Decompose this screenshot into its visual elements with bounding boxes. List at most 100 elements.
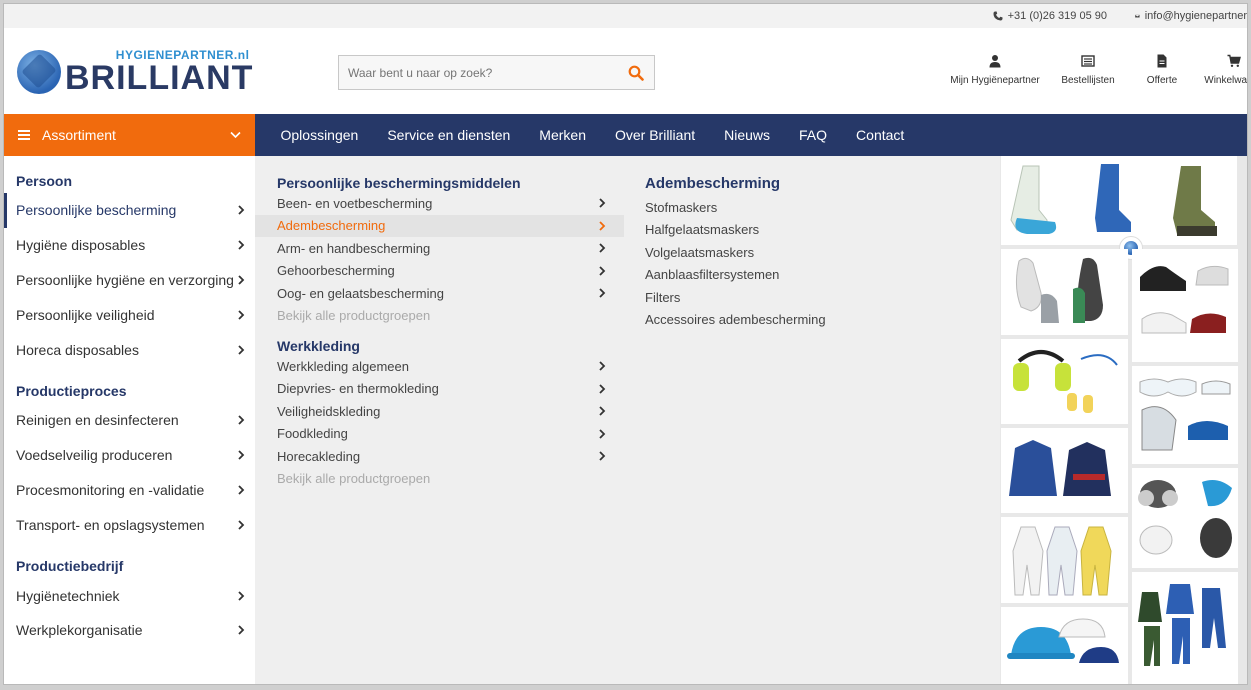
subcategory-label: Werkkleding algemeen (277, 358, 409, 374)
chevron-right-icon (599, 221, 606, 231)
search-input[interactable] (339, 56, 618, 89)
safety-shoes-image (1132, 249, 1238, 362)
detail-item[interactable]: Stofmaskers (624, 196, 1000, 219)
quote-link[interactable]: Offerte (1130, 54, 1194, 86)
header: HYGIENEPARTNER.nl BRILLIANT Mijn Hygiëne… (4, 28, 1247, 114)
category-item[interactable]: Transport- en opslagsystemen (4, 507, 255, 542)
category-label: Horeca disposables (16, 341, 139, 358)
category-item[interactable]: Procesmonitoring en -validatie (4, 473, 255, 508)
chevron-right-icon (599, 451, 606, 461)
order-lists-label: Bestellijsten (1061, 75, 1115, 86)
subcategory-item[interactable]: Gehoorbescherming (255, 260, 624, 283)
nav-solutions[interactable]: Oplossingen (266, 127, 373, 143)
detail-item[interactable]: Volgelaatsmaskers (624, 241, 1000, 264)
gloves-image (1001, 249, 1128, 335)
globe-logo-icon (17, 50, 61, 94)
subcategory-column: Persoonlijke beschermingsmiddelen Been- … (255, 156, 624, 684)
subcategory-item[interactable]: Been- en voetbescherming (255, 192, 624, 215)
category-item[interactable]: Persoonlijke bescherming (4, 193, 255, 228)
order-lists-link[interactable]: Bestellijsten (1046, 54, 1130, 86)
category-item[interactable]: Hygiënetechniek (4, 578, 255, 613)
chevron-right-icon (599, 406, 606, 416)
detail-item[interactable]: Halfgelaatsmaskers (624, 219, 1000, 242)
main-navigation: Assortiment Oplossingen Service en diens… (4, 114, 1247, 156)
assortment-toggle[interactable]: Assortiment (4, 114, 255, 156)
chevron-right-icon (238, 485, 245, 495)
detail-item[interactable]: Filters (624, 286, 1000, 309)
nav-news[interactable]: Nieuws (710, 127, 785, 143)
category-label: Persoonlijke veiligheid (16, 306, 155, 323)
cart-label: Winkelwagen (1204, 75, 1248, 86)
category-item[interactable]: Persoonlijke hygiëne en verzorging (4, 263, 255, 298)
category-label: Hygiënetechniek (16, 587, 120, 604)
search-icon (628, 65, 644, 81)
category-item[interactable]: Voedselveilig produceren (4, 438, 255, 473)
nav-faq[interactable]: FAQ (785, 127, 842, 143)
category-label: Hygiëne disposables (16, 237, 146, 254)
search-button[interactable] (618, 65, 654, 81)
eye-protection-image (1132, 366, 1238, 464)
logo-wordmark: BRILLIANT (65, 59, 254, 97)
cart-link[interactable]: Winkelwagen (1194, 54, 1248, 86)
category-item[interactable]: Persoonlijke veiligheid (4, 297, 255, 332)
disposable-suits-image (1001, 517, 1128, 603)
cart-icon (1227, 54, 1241, 67)
nav-brands[interactable]: Merken (525, 127, 601, 143)
subcategory-label: Horecakleding (277, 448, 361, 464)
subcategory-item[interactable]: Arm- en handbescherming (255, 237, 624, 260)
brilliant-logo[interactable]: HYGIENEPARTNER.nl BRILLIANT (17, 48, 254, 97)
hearing-protection-image (1001, 339, 1128, 424)
chevron-right-icon (599, 243, 606, 253)
category-label: Reinigen en desinfecteren (16, 412, 179, 429)
category-label: Persoonlijke bescherming (16, 202, 177, 219)
boots-image (1001, 156, 1237, 245)
category-item[interactable]: Horeca disposables (4, 332, 255, 367)
chevron-right-icon (238, 415, 245, 426)
subcategory-label: Gehoorbescherming (277, 263, 395, 279)
view-all-link[interactable]: Bekijk alle productgroepen (255, 305, 624, 328)
envelope-icon (1135, 14, 1140, 18)
chevron-right-icon (599, 266, 606, 276)
chevron-right-icon (238, 520, 245, 530)
detail-item[interactable]: Aanblaasfiltersystemen (624, 264, 1000, 287)
nav-services[interactable]: Service en diensten (373, 127, 525, 143)
phone-link[interactable]: +31 (0)26 319 05 90 (993, 10, 1107, 22)
subcategory-label: Veiligheidskleding (277, 403, 381, 419)
category-item[interactable]: Reinigen en desinfecteren (4, 403, 255, 438)
quote-label: Offerte (1146, 75, 1178, 86)
subcategory-label: Diepvries- en thermokleding (277, 381, 439, 397)
nav-about[interactable]: Over Brilliant (600, 127, 709, 143)
subcategory-item[interactable]: Horecakleding (255, 445, 624, 468)
category-item[interactable]: Werkplekorganisatie (4, 613, 255, 648)
detail-title: Adembescherming (645, 175, 781, 192)
subcategory-item[interactable]: Werkkleding algemeen (255, 355, 624, 378)
chevron-right-icon (238, 625, 245, 635)
subcategory-item[interactable]: Diepvries- en thermokleding (255, 378, 624, 401)
email-link[interactable]: info@hygienepartner (1135, 10, 1247, 22)
chevron-right-icon (238, 310, 245, 320)
group-title-person: Persoon (16, 173, 73, 189)
account-link[interactable]: Mijn Hygiënepartner (944, 54, 1046, 86)
subcategory-item[interactable]: Oog- en gelaatsbescherming (255, 282, 624, 305)
detail-item[interactable]: Accessoires adembescherming (624, 309, 1000, 332)
account-label: Mijn Hygiënepartner (950, 75, 1040, 86)
category-column: Persoon Persoonlijke bescherming Hygiëne… (4, 156, 255, 684)
category-item[interactable]: Hygiëne disposables (4, 228, 255, 263)
chevron-right-icon (238, 450, 245, 460)
product-image-collage (1000, 156, 1247, 684)
chevron-right-icon (238, 275, 245, 285)
category-label: Persoonlijke hygiëne en verzorging (16, 271, 234, 288)
group-title-production-company: Productiebedrijf (16, 558, 124, 575)
subcategory-item[interactable]: Foodkleding (255, 423, 624, 446)
nav-contact[interactable]: Contact (842, 127, 919, 143)
mega-menu: Persoon Persoonlijke bescherming Hygiëne… (4, 156, 1247, 684)
group-title-production-process: Productieproces (16, 382, 127, 399)
subcategory-label: Been- en voetbescherming (277, 195, 433, 211)
detail-column: Adembescherming Stofmaskers Halfgelaatsm… (624, 156, 1000, 684)
view-all-link[interactable]: Bekijk alle productgroepen (255, 468, 624, 491)
chevron-right-icon (238, 344, 245, 355)
chevron-right-icon (599, 429, 606, 439)
subcategory-item[interactable]: Veiligheidskleding (255, 400, 624, 423)
workwear-image (1132, 572, 1238, 684)
subcategory-item[interactable]: Adembescherming (255, 214, 624, 237)
